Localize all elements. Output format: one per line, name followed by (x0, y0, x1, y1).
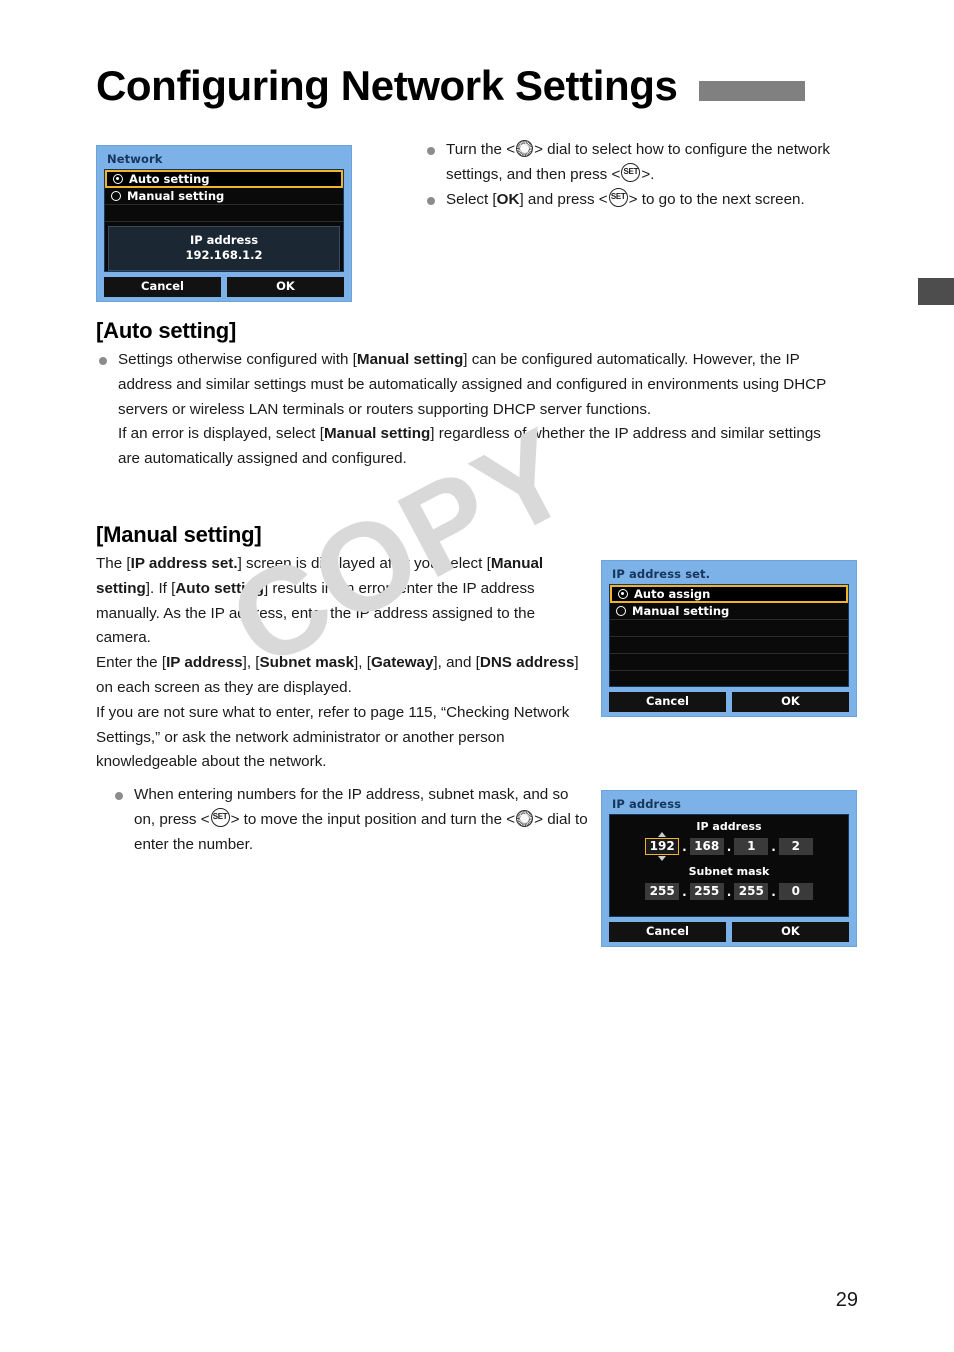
octet-separator: . (771, 839, 776, 854)
octet-separator: . (682, 884, 687, 899)
bullet-text: Turn the < > dial to select how to config… (446, 140, 830, 183)
screen-body: Auto setting Manual setting IP address 1… (104, 169, 344, 272)
caret-up-icon (658, 832, 667, 837)
camera-screen-network: Network Auto setting Manual setting IP a… (96, 145, 352, 302)
bullet-item: When entering numbers for the IP address… (112, 783, 592, 857)
ip-octet-row: 255 . 255 . 255 . 0 (610, 883, 848, 900)
option-row-manual-setting[interactable]: Manual setting (105, 188, 343, 205)
radio-on-icon (113, 174, 123, 184)
auto-setting-bullet-list: Settings otherwise configured with [Manu… (96, 348, 844, 472)
ip-address-panel-label: IP address (189, 233, 259, 247)
ip-address-panel-value: 192.168.1.2 (185, 248, 263, 262)
radio-off-icon (616, 606, 626, 616)
option-row-empty (610, 671, 848, 688)
cancel-button[interactable]: Cancel (609, 922, 726, 942)
screen-buttons: Cancel OK (609, 922, 849, 942)
option-row-auto-setting[interactable]: Auto setting (105, 170, 343, 188)
quick-control-dial-icon (516, 140, 534, 157)
bullet-item: Turn the < > dial to select how to config… (424, 138, 848, 188)
camera-screen-ip-address-set: IP address set. Auto assign Manual setti… (601, 560, 857, 717)
option-row-empty (610, 654, 848, 671)
option-label: Auto assign (634, 587, 711, 601)
octet-field[interactable]: 168 (689, 838, 724, 855)
bullet-text: When entering numbers for the IP address… (134, 786, 588, 853)
intro-bullet-list: Turn the < > dial to select how to config… (424, 138, 848, 212)
octet-separator: . (682, 839, 687, 854)
octet-field[interactable]: 255 (689, 883, 724, 900)
ip-octet-row: 192 . 168 . 1 . 2 (610, 832, 848, 861)
radio-on-icon (618, 589, 628, 599)
quick-control-dial-icon (516, 809, 534, 827)
option-row-manual-setting[interactable]: Manual setting (610, 603, 848, 620)
screen-buttons: Cancel OK (609, 692, 849, 712)
caret-down-icon (658, 856, 667, 861)
set-button-icon: SET (621, 162, 641, 182)
ok-button[interactable]: OK (732, 922, 849, 942)
octet-field[interactable]: 192 (645, 832, 680, 861)
octet-field[interactable]: 0 (778, 883, 813, 900)
manual-setting-paragraphs: The [IP address set.] screen is displaye… (96, 552, 586, 775)
octet-field[interactable]: 255 (734, 883, 769, 900)
option-row-auto-assign[interactable]: Auto assign (610, 585, 848, 603)
bullet-text: Settings otherwise configured with [Manu… (118, 351, 826, 468)
option-row-empty (610, 637, 848, 654)
octet-separator: . (726, 884, 732, 899)
page-title-row: Configuring Network Settings (96, 58, 856, 114)
screen-body: Auto assign Manual setting (609, 584, 849, 687)
screen-buttons: Cancel OK (104, 277, 344, 297)
octet-field[interactable]: 2 (778, 838, 813, 855)
bullet-item: Select [OK] and press < SET > to go to the… (424, 187, 848, 213)
option-row-empty (610, 620, 848, 637)
ip-address-group: IP address 192 . 168 . 1 . 2 (610, 815, 848, 861)
page-number: 29 (835, 1289, 858, 1311)
octet-separator: . (726, 839, 732, 854)
option-row-empty (105, 205, 343, 222)
screen-title: IP address (612, 797, 682, 811)
page-title: Configuring Network Settings (96, 62, 678, 109)
ip-address-panel: IP address 192.168.1.2 (108, 226, 340, 271)
ok-button[interactable]: OK (732, 692, 849, 712)
subnet-mask-group: Subnet mask 255 . 255 . 255 . 0 (610, 861, 848, 906)
bullet-item: Settings otherwise configured with [Manu… (96, 348, 844, 472)
cancel-button[interactable]: Cancel (104, 277, 221, 297)
cancel-button[interactable]: Cancel (609, 692, 726, 712)
set-button-icon: SET (210, 807, 230, 827)
radio-off-icon (111, 191, 121, 201)
camera-screen-ip-address: IP address IP address 192 . 168 . 1 . 2 … (601, 790, 857, 947)
chapter-edge-tab (918, 278, 954, 305)
manual-setting-bullet-list: When entering numbers for the IP address… (112, 783, 592, 857)
option-label: Manual setting (632, 604, 730, 618)
ok-button[interactable]: OK (227, 277, 344, 297)
octet-separator: . (771, 884, 776, 899)
heading-auto-setting: [Auto setting] (96, 318, 237, 343)
chapter-marker-bar (699, 81, 806, 101)
bullet-text: Select [OK] and press < SET > to go to the… (446, 187, 805, 208)
screen-title: IP address set. (612, 567, 711, 581)
screen-body: IP address 192 . 168 . 1 . 2 Subnet mask… (609, 814, 849, 917)
ip-group-label: Subnet mask (688, 865, 770, 878)
option-label: Auto setting (129, 172, 210, 186)
octet-field[interactable]: 255 (645, 883, 680, 900)
option-label: Manual setting (127, 189, 225, 203)
ip-group-label: IP address (696, 820, 762, 833)
octet-field[interactable]: 1 (734, 838, 769, 855)
heading-manual-setting: [Manual setting] (96, 522, 262, 547)
set-button-icon: SET (608, 187, 628, 207)
manual-setting-text: The [IP address set.] screen is displaye… (96, 555, 579, 771)
screen-title: Network (107, 152, 163, 166)
